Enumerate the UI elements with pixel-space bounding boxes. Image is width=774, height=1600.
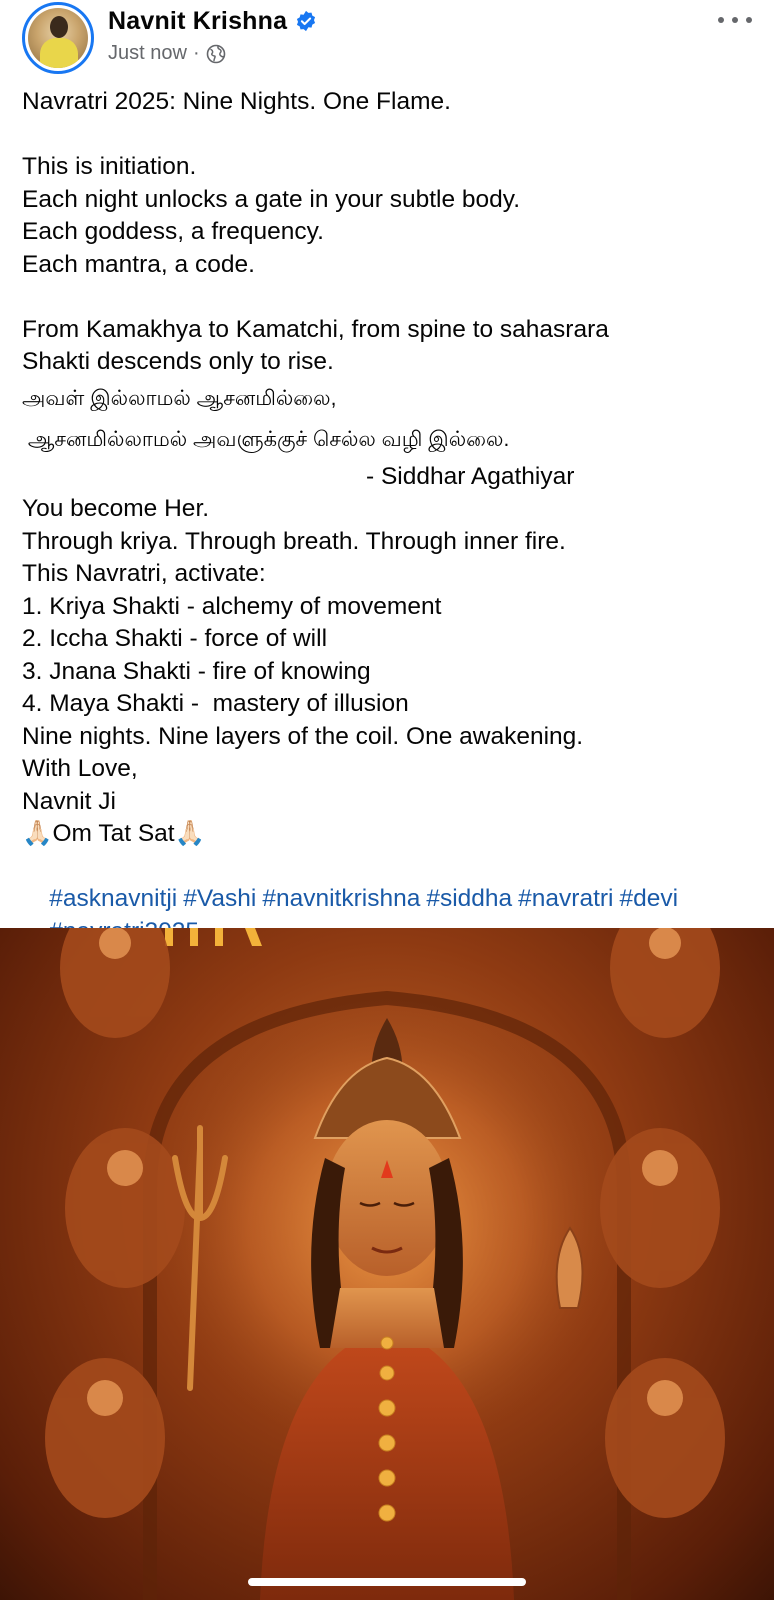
text-line: Each night unlocks a gate in your subtle… <box>22 185 521 213</box>
post-image[interactable] <box>0 928 774 1600</box>
author-name[interactable]: Navnit Krishna <box>108 7 287 36</box>
list-item: 4. Maya Shakti - mastery of illusion <box>22 690 409 717</box>
post-timestamp[interactable]: Just now <box>108 42 187 65</box>
signature-line: Navnit Ji <box>22 787 116 815</box>
list-item: 2. Iccha Shakti - force of will <box>22 625 328 652</box>
text-line: Navratri 2025: Nine Nights. One Flame. <box>22 88 451 115</box>
tamil-line: ஆசனமில்லாமல் அவளுக்குச் செல்ல வழி இல்லை. <box>22 427 510 451</box>
closing-line: 🙏🏻Om Tat Sat🙏🏻 <box>22 820 206 847</box>
text-line: Nine nights. Nine layers of the coil. On… <box>22 722 584 750</box>
text-line: Each mantra, a code. <box>22 250 255 278</box>
globe-icon[interactable] <box>206 44 226 64</box>
text-line-blank <box>22 281 762 314</box>
text-line: Each goddess, a frequency. <box>22 218 324 245</box>
hashtag-link[interactable]: #devi <box>619 885 678 912</box>
text-line: Shakti descends only to rise. <box>22 348 334 375</box>
post-header: Navnit Krishna Just now · <box>0 0 774 86</box>
hashtag-link[interactable]: #navratri <box>518 885 613 912</box>
hashtag-link[interactable]: #Vashi <box>183 885 256 912</box>
avatar-photo <box>28 8 88 68</box>
meta-separator: · <box>192 42 200 64</box>
home-indicator[interactable] <box>248 1578 526 1586</box>
post-meta: Just now · <box>108 42 226 65</box>
hashtag-link[interactable]: #asknavnitji <box>49 885 177 912</box>
list-item: 1. Kriya Shakti - alchemy of movement <box>22 592 442 620</box>
text-line: Through kriya. Through breath. Through i… <box>22 527 566 555</box>
text-line: This Navratri, activate: <box>22 560 266 587</box>
verified-badge-icon <box>297 10 316 32</box>
post-text: Navratri 2025: Nine Nights. One Flame. T… <box>22 86 762 945</box>
hashtag-line: #asknavnitji #Vashi #navnitkrishna #siddha #… <box>22 851 762 912</box>
text-line: From Kamakhya to Kamatchi, from spine to… <box>22 315 609 343</box>
quote-attribution: - Siddhar Agathiyar <box>366 462 575 490</box>
list-item: 3. Jnana Shakti - fire of knowing <box>22 657 371 685</box>
avatar[interactable] <box>22 2 94 74</box>
tamil-line: அவள் இல்லாமல் ஆசனமில்லை, <box>22 386 337 410</box>
hashtag-link[interactable]: #navnitkrishna <box>262 885 420 912</box>
author-row: Navnit Krishna <box>108 6 317 36</box>
text-line: You become Her. <box>22 495 210 522</box>
text-line: With Love, <box>22 755 138 782</box>
text-line: This is initiation. <box>22 153 197 180</box>
goddess-illustration <box>45 928 725 1600</box>
hashtag-link[interactable]: #siddha <box>426 885 512 912</box>
text-line-blank <box>22 119 762 152</box>
more-options-icon[interactable] <box>718 10 752 30</box>
